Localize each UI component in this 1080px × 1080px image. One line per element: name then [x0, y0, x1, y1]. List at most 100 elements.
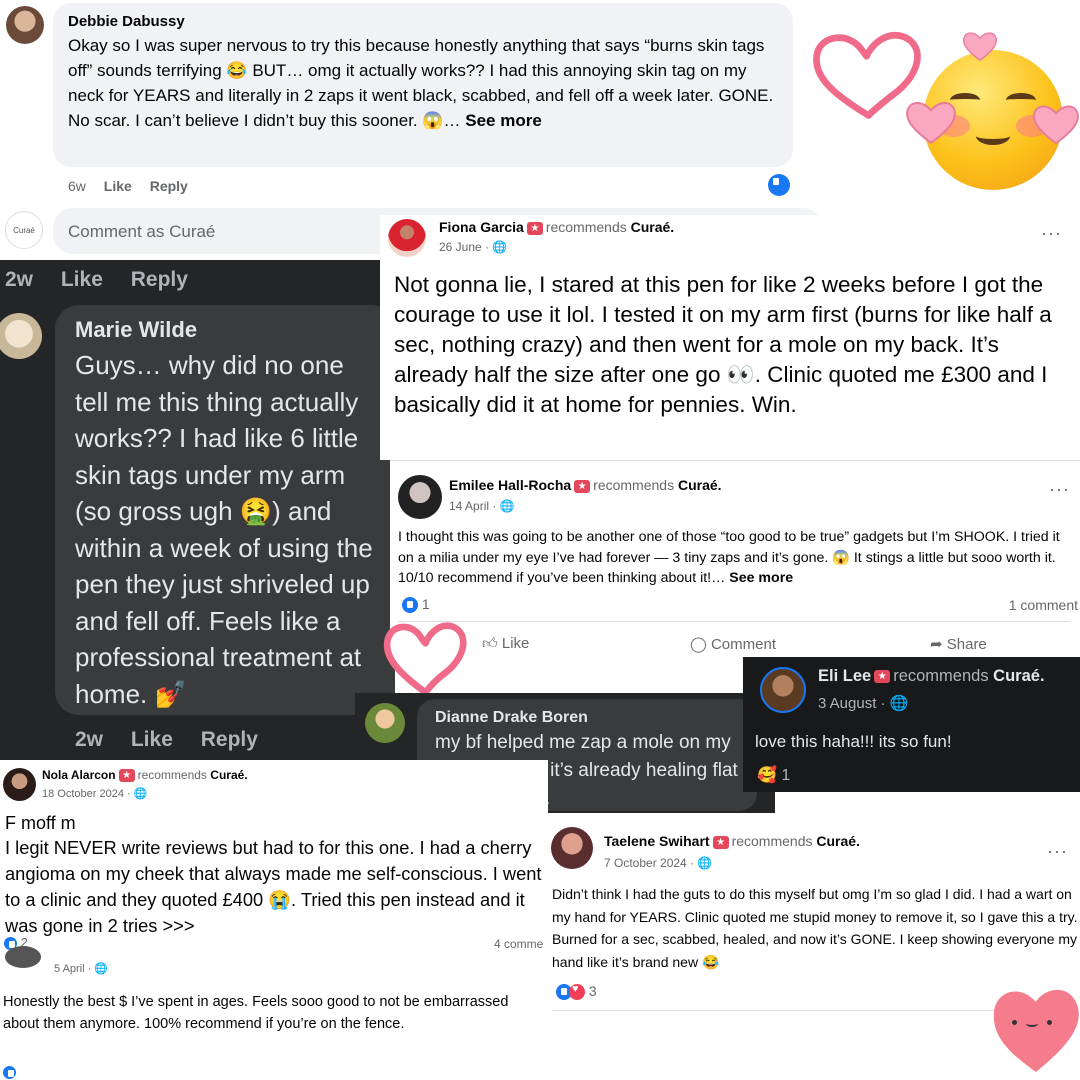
comment-card-debbie: Debbie Dabussy Okay so I was super nervo… [0, 0, 845, 215]
post-header: Eli Lee ★ recommends Curaé. [818, 667, 1045, 686]
post-header: Nola Alarcon ★ recommends Curaé. [42, 768, 248, 783]
share-arrow-icon: ➦ [930, 636, 943, 653]
comment-bubble: Debbie Dabussy Okay so I was super nervo… [53, 3, 793, 167]
heart-right-eye [1047, 1020, 1052, 1025]
recommend-icon: ★ [574, 479, 591, 493]
pink-heart-small-icon [963, 32, 997, 62]
recommends-text: recommends [545, 219, 627, 235]
pink-heart-right-icon [1033, 105, 1079, 145]
recommend-icon: ★ [118, 769, 135, 783]
avatar[interactable] [365, 703, 405, 743]
recommends-text: recommends [137, 768, 207, 782]
recommend-icon: ★ [712, 835, 729, 849]
avatar[interactable] [551, 827, 593, 869]
heart-mouth [1026, 1020, 1038, 1027]
more-options-icon[interactable]: ··· [1049, 479, 1070, 500]
avatar[interactable] [388, 219, 426, 257]
comment-text: Okay so I was super nervous to try this … [68, 33, 778, 133]
recommend-icon: ★ [526, 221, 543, 235]
reaction-summary[interactable]: 3 [556, 983, 597, 1001]
like-link[interactable]: Like [131, 728, 173, 751]
comment-time[interactable]: 2w [75, 728, 103, 751]
recommends-text: recommends [593, 477, 675, 493]
reply-link[interactable]: Reply [150, 178, 188, 194]
page-link[interactable]: Curaé. [993, 667, 1044, 685]
post-date[interactable]: 5 April · 🌐 [54, 962, 108, 975]
commenter-name[interactable]: Dianne Drake Boren [435, 709, 739, 727]
reaction-count: 1 [781, 767, 791, 784]
like-link[interactable]: Like [104, 178, 132, 194]
comment-count[interactable]: 1 comment [1009, 597, 1078, 613]
post-header: Fiona Garcia ★ recommends Curaé. [439, 219, 674, 235]
comment-actions: 2w Like Reply [75, 728, 258, 752]
thumbs-up-icon: 👍︎ [482, 635, 498, 652]
page-avatar[interactable]: Curaé [5, 211, 43, 249]
recommend-icon: ★ [874, 670, 891, 684]
commenter-name[interactable]: Marie Wilde [75, 317, 375, 343]
like-reaction-icon[interactable] [768, 174, 790, 196]
page-link[interactable]: Curaé. [631, 219, 675, 235]
pink-heart-left-icon [906, 102, 956, 144]
share-button[interactable]: ➦ Share [930, 635, 987, 653]
post-date[interactable]: 3 August · 🌐 [818, 694, 908, 712]
comment-button[interactable]: ◯ Comment [690, 635, 776, 653]
post-card-fiona: Fiona Garcia ★ recommends Curaé. 26 June ·… [380, 215, 1080, 460]
page-link[interactable]: Curaé. [816, 833, 860, 849]
reply-link[interactable]: Reply [201, 728, 258, 751]
avatar-label: Curaé [13, 226, 35, 235]
like-label: Like [501, 635, 530, 652]
action-divider [398, 621, 1070, 622]
poster-name[interactable]: Taelene Swihart [604, 833, 710, 849]
comment-card-marie: 2w Like Reply Marie Wilde Guys… why did … [0, 260, 395, 760]
more-options-icon[interactable]: ··· [1047, 841, 1068, 862]
see-more-link[interactable]: See more [465, 111, 542, 130]
like-link[interactable]: Like [61, 268, 103, 291]
post-body: Didn’t think I had the guts to do this m… [552, 886, 1078, 970]
avatar[interactable] [760, 667, 806, 713]
post-date[interactable]: 14 April · 🌐 [449, 499, 515, 513]
avatar[interactable] [398, 475, 442, 519]
comment-time[interactable]: 6w [68, 178, 86, 194]
reply-link[interactable]: Reply [131, 268, 188, 291]
avatar[interactable] [5, 946, 41, 968]
post-header: Emilee Hall-Rocha ★ recommends Curaé. [449, 477, 722, 493]
post-date[interactable]: 7 October 2024 · 🌐 [604, 856, 712, 870]
post-first-line: F moff m [5, 813, 76, 833]
post-card-emilee: Emilee Hall-Rocha ★ recommends Curaé. 14 A… [390, 460, 1080, 660]
page-link[interactable]: Curaé. [678, 477, 722, 493]
poster-name[interactable]: Eli Lee [818, 667, 871, 685]
poster-name[interactable]: Fiona Garcia [439, 219, 524, 235]
heart-left-eye [1012, 1020, 1017, 1025]
outline-heart-sticker [383, 622, 467, 696]
post-date[interactable]: 18 October 2024 · 🌐 [42, 787, 147, 800]
comment-body: Guys… why did no one tell me this thing … [75, 350, 373, 709]
like-button[interactable]: 👍︎ Like [482, 635, 529, 653]
reaction-summary[interactable]: 🥰 1 [757, 765, 790, 785]
poster-name[interactable]: Emilee Hall-Rocha [449, 477, 571, 493]
comment-actions: 6w Like Reply [68, 178, 188, 194]
comment-body: Okay so I was super nervous to try this … [68, 36, 774, 130]
comment-count[interactable]: 4 comme [494, 937, 543, 951]
post-text: I thought this was going to be another o… [398, 527, 1078, 589]
see-more-link[interactable]: See more [729, 570, 793, 586]
like-reaction-icon [402, 597, 418, 614]
poster-name[interactable]: Nola Alarcon [42, 768, 116, 782]
post-date[interactable]: 26 June · 🌐 [439, 240, 507, 254]
page-link[interactable]: Curaé. [210, 768, 247, 782]
like-reaction-icon[interactable] [3, 1066, 16, 1080]
avatar[interactable] [6, 6, 44, 44]
reaction-summary[interactable]: 1 [402, 596, 430, 614]
recommends-text: recommends [893, 667, 989, 685]
avatar[interactable] [3, 768, 36, 801]
comment-bubble: Marie Wilde Guys… why did no one tell me… [55, 305, 395, 715]
reaction-count: 1 [421, 596, 430, 612]
post-header: Taelene Swihart ★ recommends Curaé. [604, 833, 860, 849]
commenter-name[interactable]: Debbie Dabussy [68, 13, 778, 30]
cute-heart-sticker [990, 980, 1080, 1075]
avatar[interactable] [0, 313, 42, 359]
share-label: Share [946, 636, 987, 653]
comment-time[interactable]: 2w [5, 268, 33, 291]
post-body: I legit NEVER write reviews but had to f… [5, 837, 542, 936]
comment-actions-top: 2w Like Reply [5, 268, 188, 292]
more-options-icon[interactable]: ··· [1041, 223, 1062, 244]
